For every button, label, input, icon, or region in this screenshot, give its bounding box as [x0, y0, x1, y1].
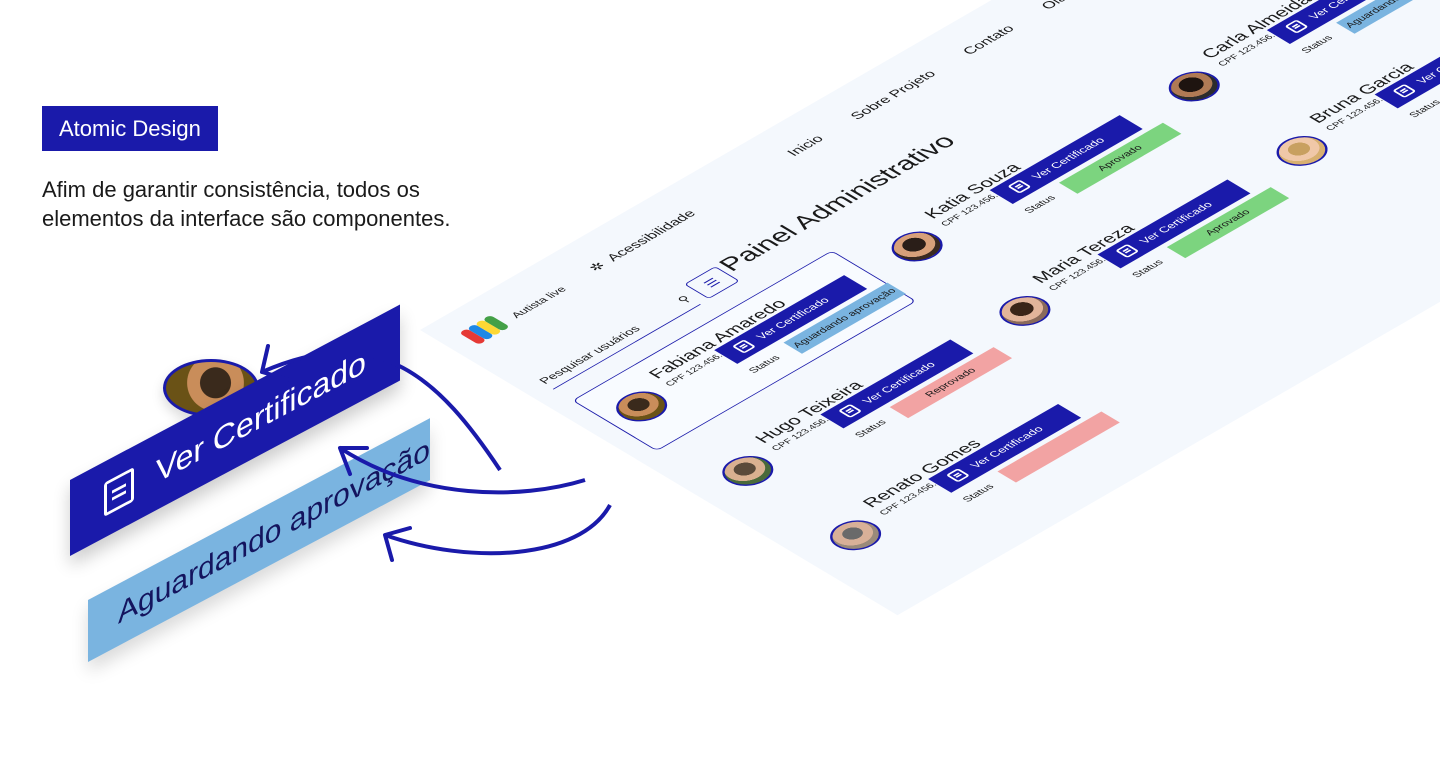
document-icon	[837, 403, 863, 419]
sliders-icon: ☰	[699, 275, 724, 290]
status-label: Status	[852, 418, 889, 440]
document-icon	[1114, 243, 1140, 259]
avatar	[988, 289, 1061, 333]
avatar	[1158, 65, 1231, 108]
avatar	[711, 449, 784, 493]
avatar	[1266, 129, 1339, 173]
nav-link-contato[interactable]: Contato	[960, 23, 1019, 57]
accessibility-label: Acessibilidade	[602, 207, 700, 264]
document-icon	[104, 466, 134, 517]
nav-link-ola[interactable]: Olá	[1038, 0, 1071, 12]
status-label: Status	[746, 353, 783, 375]
atomic-design-tag: Atomic Design	[42, 106, 218, 151]
avatar	[881, 225, 954, 268]
document-icon	[1007, 179, 1032, 194]
accessibility-icon: ✲	[585, 259, 610, 274]
status-label: Status	[1129, 258, 1167, 280]
document-icon	[945, 468, 971, 483]
nav-link-sobre[interactable]: Sobre Projeto	[847, 68, 940, 122]
logo[interactable]: Autista live	[458, 280, 577, 349]
document-icon	[731, 339, 757, 354]
description: Afim de garantir consistência, todos os …	[42, 177, 451, 231]
logo-text: Autista live	[508, 284, 570, 320]
status-label: Status	[1022, 193, 1059, 215]
hand-logo-icon	[458, 314, 518, 349]
accessibility-link[interactable]: ✲ Acessibilidade	[585, 207, 700, 274]
avatar	[819, 514, 892, 557]
status-label: Status	[1406, 98, 1440, 120]
document-icon	[1284, 19, 1309, 34]
ver-certificado-label: Ver Certificado	[1413, 39, 1440, 86]
nav-links: Inicio Sobre Projeto Contato Olá	[784, 0, 1071, 158]
search-icon[interactable]: ⚲	[674, 293, 695, 305]
document-icon	[1392, 83, 1417, 99]
status-label: Status	[1299, 33, 1336, 55]
status-label: Status	[960, 482, 997, 504]
nav-link-inicio[interactable]: Inicio	[784, 133, 827, 158]
avatar	[605, 385, 678, 428]
admin-screen: Autista live ✲ Acessibilidade Inicio Sob…	[420, 0, 1440, 616]
